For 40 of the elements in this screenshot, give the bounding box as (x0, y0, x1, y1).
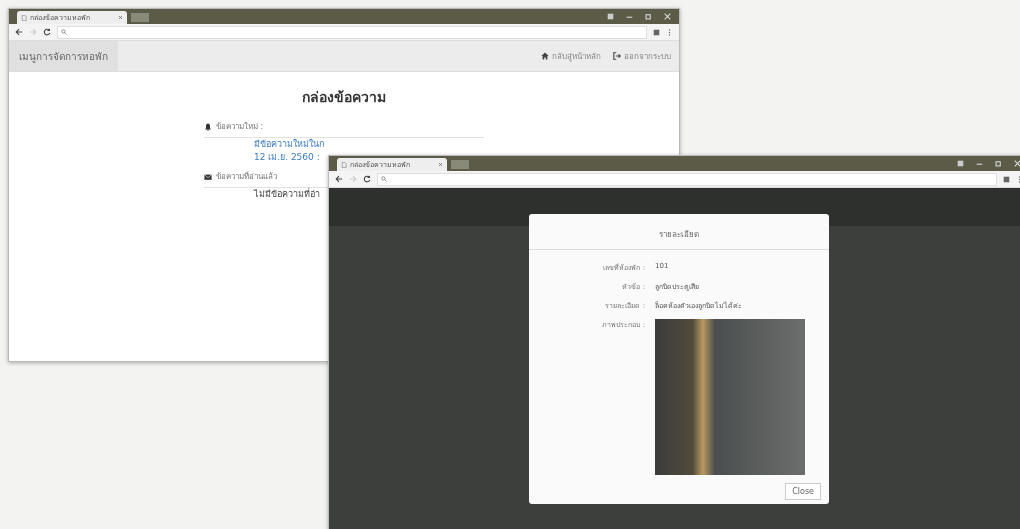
section-title: ข้อความที่อ่านแล้ว (216, 170, 277, 183)
address-bar[interactable] (377, 172, 997, 186)
restore-icon (645, 13, 652, 20)
extension-icon (1003, 175, 1010, 183)
address-bar[interactable] (57, 25, 647, 39)
reload-icon (43, 28, 51, 36)
extension-icon (653, 28, 660, 36)
modal-title: รายละเอียด (659, 230, 699, 239)
logout-icon (613, 52, 621, 60)
back-arrow-icon (335, 175, 343, 183)
search-icon (61, 29, 67, 35)
page-icon (341, 161, 347, 168)
new-tab-button[interactable] (451, 160, 469, 169)
message-link[interactable]: 12 เม.ย. 2560 : (254, 151, 320, 164)
reload-icon (363, 175, 371, 183)
user-icon (607, 13, 614, 20)
close-button[interactable]: Close (785, 483, 821, 500)
message-text: ไม่มีข้อความที่อ่า (254, 188, 320, 201)
close-icon (438, 162, 443, 167)
envelope-icon (204, 172, 212, 181)
section-title: ข้อความใหม่ : (216, 121, 264, 133)
close-icon (1014, 160, 1020, 167)
restore-icon (995, 160, 1002, 167)
bell-icon (204, 122, 212, 131)
navbar-brand[interactable]: เมนูการจัดการหอพัก (9, 41, 118, 71)
page-heading: กล่องข้อความ (302, 88, 386, 107)
forward-arrow-icon (29, 28, 37, 36)
forward-arrow-icon (349, 175, 357, 183)
close-icon (664, 13, 671, 20)
home-icon (541, 52, 549, 60)
menu-icon (666, 28, 673, 36)
close-icon (118, 15, 123, 20)
search-icon (381, 176, 387, 182)
new-tab-button[interactable] (131, 13, 149, 22)
user-icon (957, 160, 964, 167)
message-link[interactable]: มีข้อความใหม่ในก (254, 138, 324, 151)
home-link[interactable]: กลับสู่หน้าหลัก (541, 49, 601, 63)
back-arrow-icon (15, 28, 23, 36)
page-icon (21, 14, 27, 21)
logout-link[interactable]: ออกจากระบบ (613, 49, 671, 63)
